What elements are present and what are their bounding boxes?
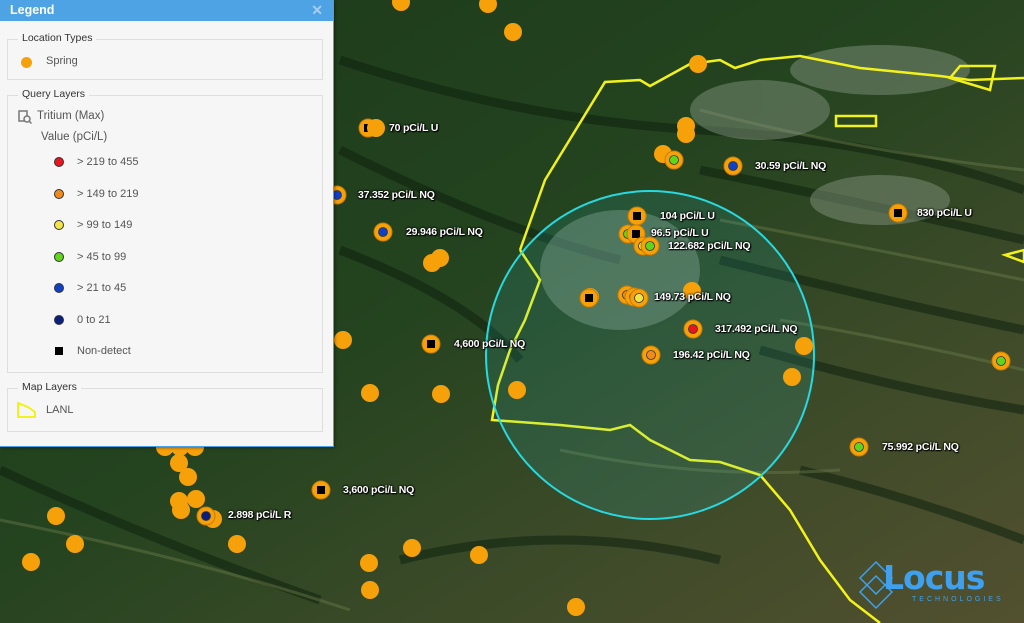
class-symbol-icon [54, 251, 64, 262]
spring-label: Spring [46, 55, 78, 67]
map-value-label: 30.59 pCi/L NQ [755, 160, 827, 172]
spring-marker[interactable] [334, 331, 352, 349]
spring-marker[interactable] [66, 535, 84, 553]
spring-marker[interactable] [172, 501, 190, 519]
value-class-symbol [645, 241, 655, 251]
location-types-title: Location Types [18, 32, 97, 44]
class-label: > 219 to 455 [77, 156, 139, 168]
spring-marker[interactable] [677, 125, 695, 143]
non-detect-symbol [317, 486, 325, 494]
map-value-label: 29.946 pCi/L NQ [406, 226, 483, 238]
spring-marker[interactable] [361, 581, 379, 599]
class-symbol-icon [54, 283, 64, 293]
locus-logo-subtext: TECHNOLOGIES [912, 596, 1004, 603]
non-detect-symbol [894, 209, 902, 217]
map-value-label: 122.682 pCi/L NQ [668, 240, 751, 252]
spring-marker[interactable] [470, 546, 488, 564]
query-layers-title: Query Layers [18, 88, 90, 100]
class-symbol-icon [54, 157, 64, 167]
map-value-label: 317.492 pCi/L NQ [715, 323, 798, 335]
close-icon[interactable]: ✕ [311, 0, 323, 21]
tritium-layer-label[interactable]: Tritium (Max) [37, 110, 104, 122]
legend-panel: Legend ✕ Location Types Spring Query Lay… [0, 0, 334, 447]
spring-marker[interactable] [504, 23, 522, 41]
spring-marker[interactable] [508, 381, 526, 399]
value-unit-label: Value (pCi/L) [41, 131, 108, 143]
location-types-group: Location Types Spring [7, 32, 323, 80]
map-value-label: 70 pCi/L U [389, 122, 439, 134]
map-value-label: 4,600 pCi/L NQ [454, 338, 526, 350]
value-class-symbol [634, 293, 644, 303]
value-class-symbol [669, 155, 679, 165]
map-value-label: 75.992 pCi/L NQ [882, 441, 959, 453]
spring-symbol-icon [21, 57, 32, 68]
value-class-symbol [378, 227, 388, 237]
spring-marker[interactable] [367, 119, 385, 137]
map-value-label: 149.73 pCi/L NQ [654, 291, 731, 303]
map-layers-title: Map Layers [18, 381, 81, 393]
spring-marker[interactable] [228, 535, 246, 553]
legend-title: Legend [10, 3, 55, 17]
value-class-symbol [688, 324, 698, 334]
lanl-label: LANL [46, 404, 74, 416]
map-value-label: 3,600 pCi/L NQ [343, 484, 415, 496]
map-layers-group: Map Layers LANL [7, 381, 323, 432]
map-value-label: 830 pCi/L U [917, 207, 972, 219]
spring-marker[interactable] [795, 337, 813, 355]
spring-marker[interactable] [361, 384, 379, 402]
value-class-symbol [201, 511, 211, 521]
class-label: 0 to 21 [77, 313, 111, 326]
value-class-symbol [728, 161, 738, 171]
spring-marker[interactable] [423, 254, 441, 272]
value-class-symbol [854, 442, 864, 452]
spring-marker[interactable] [689, 55, 707, 73]
class-label: > 149 to 219 [77, 187, 139, 200]
map-value-label: 196.42 pCi/L NQ [673, 349, 750, 361]
class-label: Non-detect [77, 345, 131, 357]
class-label: > 45 to 99 [77, 250, 127, 263]
spring-marker[interactable] [403, 539, 421, 557]
value-class-symbol [996, 356, 1006, 366]
map-value-label: 104 pCi/L U [660, 210, 715, 222]
spring-marker[interactable] [22, 553, 40, 571]
spring-marker[interactable] [187, 490, 205, 508]
spring-marker[interactable] [360, 554, 378, 572]
spring-marker[interactable] [432, 385, 450, 403]
non-detect-symbol [633, 212, 641, 220]
value-class-symbol [646, 350, 656, 360]
class-symbol-icon [54, 188, 64, 199]
class-label: > 21 to 45 [77, 282, 127, 294]
spring-marker[interactable] [47, 507, 65, 525]
map-value-label: 2.898 pCi/L R [228, 509, 292, 521]
class-symbol-icon [54, 314, 64, 325]
spring-marker[interactable] [783, 368, 801, 386]
query-layers-group: Query Layers Tritium (Max) Value (pCi/L)… [7, 88, 323, 373]
class-symbol-icon [54, 220, 64, 230]
class-label: > 99 to 149 [77, 219, 133, 231]
legend-header: Legend ✕ [0, 0, 333, 21]
query-layer-icon [18, 110, 33, 125]
map-value-label: 37.352 pCi/L NQ [358, 189, 435, 201]
non-detect-symbol [632, 230, 640, 238]
map-value-label: 96.5 pCi/L U [651, 227, 709, 239]
class-symbol-icon [55, 347, 63, 355]
spring-marker[interactable] [179, 468, 197, 486]
spring-marker[interactable] [567, 598, 585, 616]
locus-logo-text: Locus [883, 558, 985, 597]
lanl-polygon-icon [16, 401, 38, 424]
non-detect-symbol [427, 340, 435, 348]
non-detect-symbol [585, 294, 593, 302]
